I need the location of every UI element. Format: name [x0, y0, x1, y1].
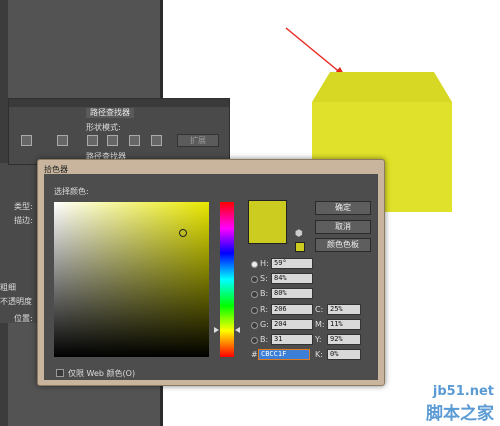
hex-label: #	[251, 350, 258, 359]
hex-field[interactable]: CBCC1F	[258, 349, 310, 360]
cyan-field[interactable]: 25%	[327, 304, 361, 315]
saturation-brightness-field[interactable]	[54, 202, 209, 357]
cyan-label: C:	[315, 305, 324, 314]
intersect-button[interactable]	[129, 135, 140, 146]
ok-button[interactable]: 确定	[315, 201, 371, 215]
trim-button[interactable]	[57, 135, 68, 146]
web-only-checkbox[interactable]	[56, 369, 64, 377]
brightness-radio[interactable]	[251, 291, 258, 298]
exclude-button[interactable]	[151, 135, 162, 146]
unite-button[interactable]	[87, 135, 98, 146]
hue-slider[interactable]	[220, 202, 234, 357]
black-label: K:	[315, 350, 323, 359]
pathfinder-panel: 路径查找器 形状模式: 扩展 路径查找器	[8, 98, 230, 165]
green-label: G:	[260, 320, 269, 329]
red-label: R:	[260, 305, 269, 314]
saturation-label: S:	[260, 274, 268, 283]
red-radio[interactable]	[251, 307, 258, 314]
panel-header[interactable]	[9, 99, 229, 107]
expand-button[interactable]: 扩展	[177, 134, 219, 147]
watermark-url: jb51.net	[432, 384, 494, 399]
brightness-label: B:	[260, 289, 269, 298]
divide-button[interactable]	[21, 135, 32, 146]
stroke-label: 描边:	[14, 216, 33, 225]
watermark: jb51.net 脚本之家	[426, 384, 494, 424]
green-radio[interactable]	[251, 322, 258, 329]
hue-slider-right-arrow[interactable]	[235, 327, 240, 333]
minus-front-button[interactable]	[107, 135, 118, 146]
web-only-label: 仅限 Web 颜色(O)	[68, 369, 136, 378]
blue-radio[interactable]	[251, 337, 258, 344]
blue-label: B:	[260, 335, 269, 344]
cancel-button[interactable]: 取消	[315, 220, 371, 234]
black-field[interactable]: 0%	[327, 349, 361, 360]
box-top-face[interactable]	[312, 72, 452, 102]
hue-field[interactable]: 59°	[271, 258, 313, 269]
weight-label: 粗细	[0, 283, 16, 292]
magenta-label: M:	[315, 320, 325, 329]
watermark-name: 脚本之家	[426, 404, 494, 424]
hue-slider-left-arrow[interactable]	[214, 327, 219, 333]
hue-radio[interactable]	[251, 261, 258, 268]
new-color-swatch	[248, 200, 287, 244]
blue-field[interactable]: 31	[271, 334, 313, 345]
web-safe-swatch[interactable]	[295, 242, 305, 252]
select-color-label: 选择颜色:	[54, 187, 89, 196]
color-cursor[interactable]	[179, 229, 187, 237]
opacity-label: 不透明度	[0, 297, 32, 306]
saturation-field[interactable]: 84%	[271, 273, 313, 284]
brightness-field[interactable]: 80%	[271, 288, 313, 299]
color-picker-dialog: 拾色器 选择颜色: ⬢ 确定 取消 颜色色板 H: 59° S: 84% B: …	[37, 159, 385, 386]
tab-pathfinder[interactable]: 路径查找器	[86, 108, 134, 118]
type-label: 类型:	[14, 202, 33, 211]
appearance-panel: 类型: 描边: 不透明度 位置: 粗细	[0, 163, 41, 323]
out-of-web-cube-icon[interactable]: ⬢	[295, 229, 303, 239]
position-label: 位置:	[14, 314, 33, 323]
yellow-field[interactable]: 92%	[327, 334, 361, 345]
color-swatches-button[interactable]: 颜色色板	[315, 238, 371, 252]
dialog-body: 选择颜色: ⬢ 确定 取消 颜色色板 H: 59° S: 84% B: 80% …	[44, 174, 378, 380]
magenta-field[interactable]: 11%	[327, 319, 361, 330]
green-field[interactable]: 204	[271, 319, 313, 330]
yellow-label: Y:	[315, 335, 322, 344]
red-field[interactable]: 206	[271, 304, 313, 315]
hue-label: H:	[260, 259, 269, 268]
shape-modes-label: 形状模式:	[86, 123, 121, 132]
saturation-radio[interactable]	[251, 276, 258, 283]
